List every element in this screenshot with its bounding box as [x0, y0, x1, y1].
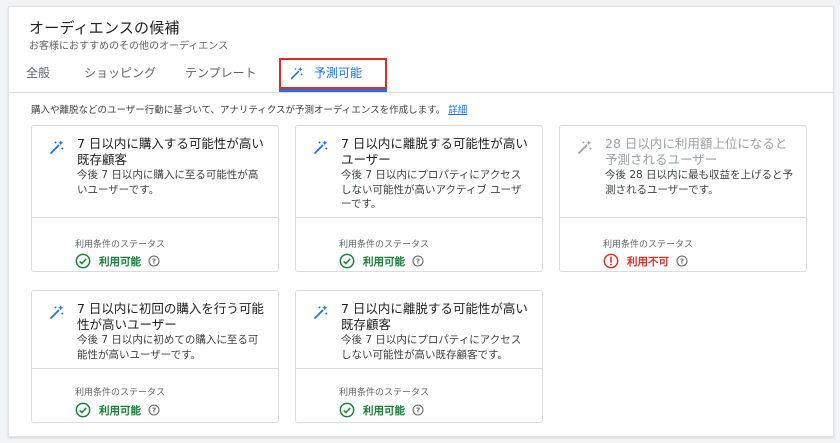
- card-description: 今後 7 日以内に初めての購入に至る可能性が高いユーザーです。: [77, 334, 259, 361]
- status-text: 利用可能: [363, 404, 405, 417]
- status-text: 利用可能: [99, 404, 141, 417]
- card-title: 7 日以内に離脱する可能性が高い既存顧客: [341, 301, 528, 332]
- error-circle-icon: [603, 253, 619, 269]
- status-text: 利用可能: [99, 255, 141, 268]
- help-icon[interactable]: ?: [676, 255, 688, 267]
- card-title: 7 日以内に離脱する可能性が高いユーザー: [341, 136, 528, 167]
- status-label: 利用条件のステータス: [339, 388, 430, 398]
- learn-more-link[interactable]: 詳細: [448, 105, 467, 116]
- wand-sparkle-icon: [50, 305, 64, 319]
- svg-text:?: ?: [152, 407, 156, 415]
- highlight-box: [279, 58, 387, 89]
- status-available: 利用可能 ?: [75, 253, 160, 269]
- status-available: 利用可能 ?: [339, 253, 424, 269]
- check-circle-icon: [339, 402, 355, 418]
- audience-card-churn-user-7d[interactable]: 7 日以内に離脱する可能性が高いユーザー 今後 7 日以内にプロパティにアクセス…: [295, 125, 543, 272]
- help-icon[interactable]: ?: [148, 255, 160, 267]
- audience-card-first-purchase-7d[interactable]: 7 日以内に初回の購入を行う可能性が高いユーザー 今後 7 日以内に初めての購入…: [31, 290, 279, 423]
- wand-sparkle-icon: [314, 305, 328, 319]
- card-title: 28 日以内に利用額上位になると予測されるユーザー: [605, 136, 788, 167]
- wand-sparkle-icon: [578, 140, 592, 154]
- card-title: 7 日以内に購入する可能性が高い既存顧客: [77, 136, 264, 167]
- wand-sparkle-icon: [50, 140, 64, 154]
- tab-general[interactable]: 全般: [26, 53, 50, 92]
- status-text: 利用可能: [363, 255, 405, 268]
- status-label: 利用条件のステータス: [75, 240, 166, 250]
- tab-template[interactable]: テンプレート: [185, 53, 257, 92]
- tab-general-label: 全般: [26, 66, 51, 80]
- card-description: 今後 7 日以内にプロパティにアクセスしない可能性が高い既存顧客です。: [341, 334, 522, 361]
- help-icon[interactable]: ?: [412, 255, 424, 267]
- tab-shopping-label: ショッピング: [84, 66, 157, 80]
- page-title: オーディエンスの候補: [29, 19, 180, 37]
- card-description: 今後 7 日以内に購入に至る可能性が高いユーザーです。: [77, 169, 259, 196]
- card-title: 7 日以内に初回の購入を行う可能性が高いユーザー: [77, 301, 264, 332]
- audience-card-purchase-7d[interactable]: 7 日以内に購入する可能性が高い既存顧客 今後 7 日以内に購入に至る可能性が高…: [31, 125, 279, 272]
- page-subtitle: お客様におすすめのその他のオーディエンス: [29, 41, 229, 52]
- status-available: 利用可能 ?: [75, 402, 160, 418]
- check-circle-icon: [339, 253, 355, 269]
- wand-sparkle-icon: [314, 140, 328, 154]
- status-label: 利用条件のステータス: [603, 240, 694, 250]
- status-text: 利用不可: [627, 255, 669, 268]
- status-label: 利用条件のステータス: [339, 240, 430, 250]
- svg-text:?: ?: [152, 258, 156, 266]
- description: 購入や離脱などのユーザー行動に基づいて、アナリティクスが予測オーディエンスを作成…: [31, 102, 467, 116]
- description-text: 購入や離脱などのユーザー行動に基づいて、アナリティクスが予測オーディエンスを作成…: [31, 105, 446, 116]
- active-tab-indicator: [279, 89, 387, 92]
- card-description: 今後 28 日以内に最も収益を上げると予測されるユーザーです。: [605, 169, 794, 196]
- svg-text:?: ?: [416, 407, 420, 415]
- svg-text:?: ?: [416, 258, 420, 266]
- audience-suggestions-panel: オーディエンスの候補 お客様におすすめのその他のオーディエンス 全般 ショッピン…: [8, 6, 834, 437]
- card-description: 今後 7 日以内にプロパティにアクセスしない可能性が高いアクティブ ユーザーです…: [341, 169, 522, 210]
- status-unavailable: 利用不可 ?: [603, 253, 688, 269]
- check-circle-icon: [75, 402, 91, 418]
- tab-shopping[interactable]: ショッピング: [84, 53, 156, 92]
- status-label: 利用条件のステータス: [75, 388, 166, 398]
- help-icon[interactable]: ?: [412, 404, 424, 416]
- help-icon[interactable]: ?: [148, 404, 160, 416]
- status-available: 利用可能 ?: [339, 402, 424, 418]
- svg-text:?: ?: [680, 258, 684, 266]
- audience-card-top-spender-28d[interactable]: 28 日以内に利用額上位になると予測されるユーザー 今後 28 日以内に最も収益…: [559, 125, 807, 272]
- tab-bar: 全般 ショッピング テンプレート 予測可能: [9, 53, 833, 93]
- audience-card-churn-customer-7d[interactable]: 7 日以内に離脱する可能性が高い既存顧客 今後 7 日以内にプロパティにアクセス…: [295, 290, 543, 423]
- check-circle-icon: [75, 253, 91, 269]
- tab-template-label: テンプレート: [185, 66, 257, 80]
